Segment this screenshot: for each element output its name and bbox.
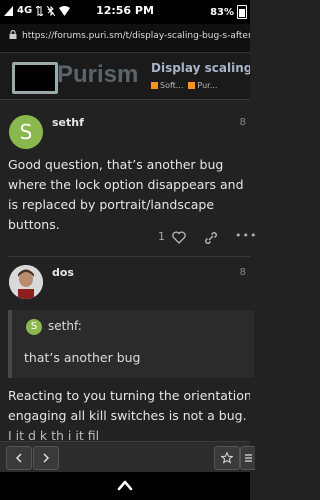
chevron-up-icon[interactable] <box>117 479 133 491</box>
post-body-line: engaging all kill switches is not a bug. <box>8 408 247 423</box>
url-bar[interactable]: https://forums.puri.sm/t/display-scaling… <box>0 24 250 53</box>
post-body: Good question, that’s another bug where … <box>8 157 244 232</box>
category-badge[interactable]: Soft... <box>151 81 183 90</box>
quote-text: that’s another bug <box>24 350 141 365</box>
status-right: 83% <box>210 5 247 19</box>
category-color-icon <box>151 82 158 89</box>
like-count: 1 <box>158 230 165 243</box>
category-color-icon <box>188 82 196 89</box>
topic-categories: Soft... Pur... <box>151 81 217 90</box>
menu-icon <box>245 454 252 462</box>
quote-author[interactable]: sethf: <box>48 319 82 333</box>
quote-avatar-letter: S <box>30 321 38 332</box>
post-divider <box>8 256 250 257</box>
chevron-right-icon <box>43 453 50 463</box>
post-number: 8 <box>239 117 246 128</box>
category-label: Soft... <box>160 81 184 90</box>
status-bar: 4G 12:56 PM 83% <box>0 0 250 24</box>
heart-icon[interactable] <box>172 231 186 244</box>
more-button[interactable]: ••• <box>235 229 257 242</box>
user-photo-icon <box>9 265 43 299</box>
avatar[interactable] <box>9 265 43 299</box>
browser-toolbar <box>0 441 255 473</box>
link-icon[interactable] <box>204 231 218 245</box>
post-body-line: Reacting to you turning the orientation … <box>8 388 250 403</box>
site-logo-text[interactable]: Purism <box>57 61 138 89</box>
quote-avatar: S <box>26 319 42 335</box>
lock-icon <box>9 30 17 39</box>
back-button[interactable] <box>6 446 32 470</box>
menu-button[interactable] <box>240 446 255 470</box>
url-text[interactable]: https://forums.puri.sm/t/display-scaling… <box>22 31 250 41</box>
gesture-bar[interactable] <box>0 472 250 500</box>
purism-logo-icon[interactable] <box>12 62 58 94</box>
star-icon <box>221 452 233 464</box>
avatar-letter: S <box>19 120 33 144</box>
post-body: Reacting to you turning the orientation … <box>8 386 250 446</box>
bookmark-button[interactable] <box>214 446 240 470</box>
battery-percent: 83% <box>210 6 234 18</box>
category-label: Pur... <box>197 81 218 90</box>
avatar[interactable]: S <box>9 115 43 149</box>
post-author[interactable]: dos <box>52 266 74 279</box>
chevron-left-icon <box>15 453 22 463</box>
category-badge[interactable]: Pur... <box>188 81 217 90</box>
post-actions: 1 ••• <box>0 229 256 249</box>
post-author[interactable]: sethf <box>52 116 84 129</box>
battery-icon <box>237 5 247 19</box>
forward-button[interactable] <box>33 446 59 470</box>
post-number: 8 <box>239 267 246 278</box>
forum-header: Purism Display scaling b Soft... Pur... <box>0 53 250 100</box>
quote-block: S sethf: that’s another bug <box>8 310 254 378</box>
topic-title[interactable]: Display scaling b <box>151 61 250 75</box>
